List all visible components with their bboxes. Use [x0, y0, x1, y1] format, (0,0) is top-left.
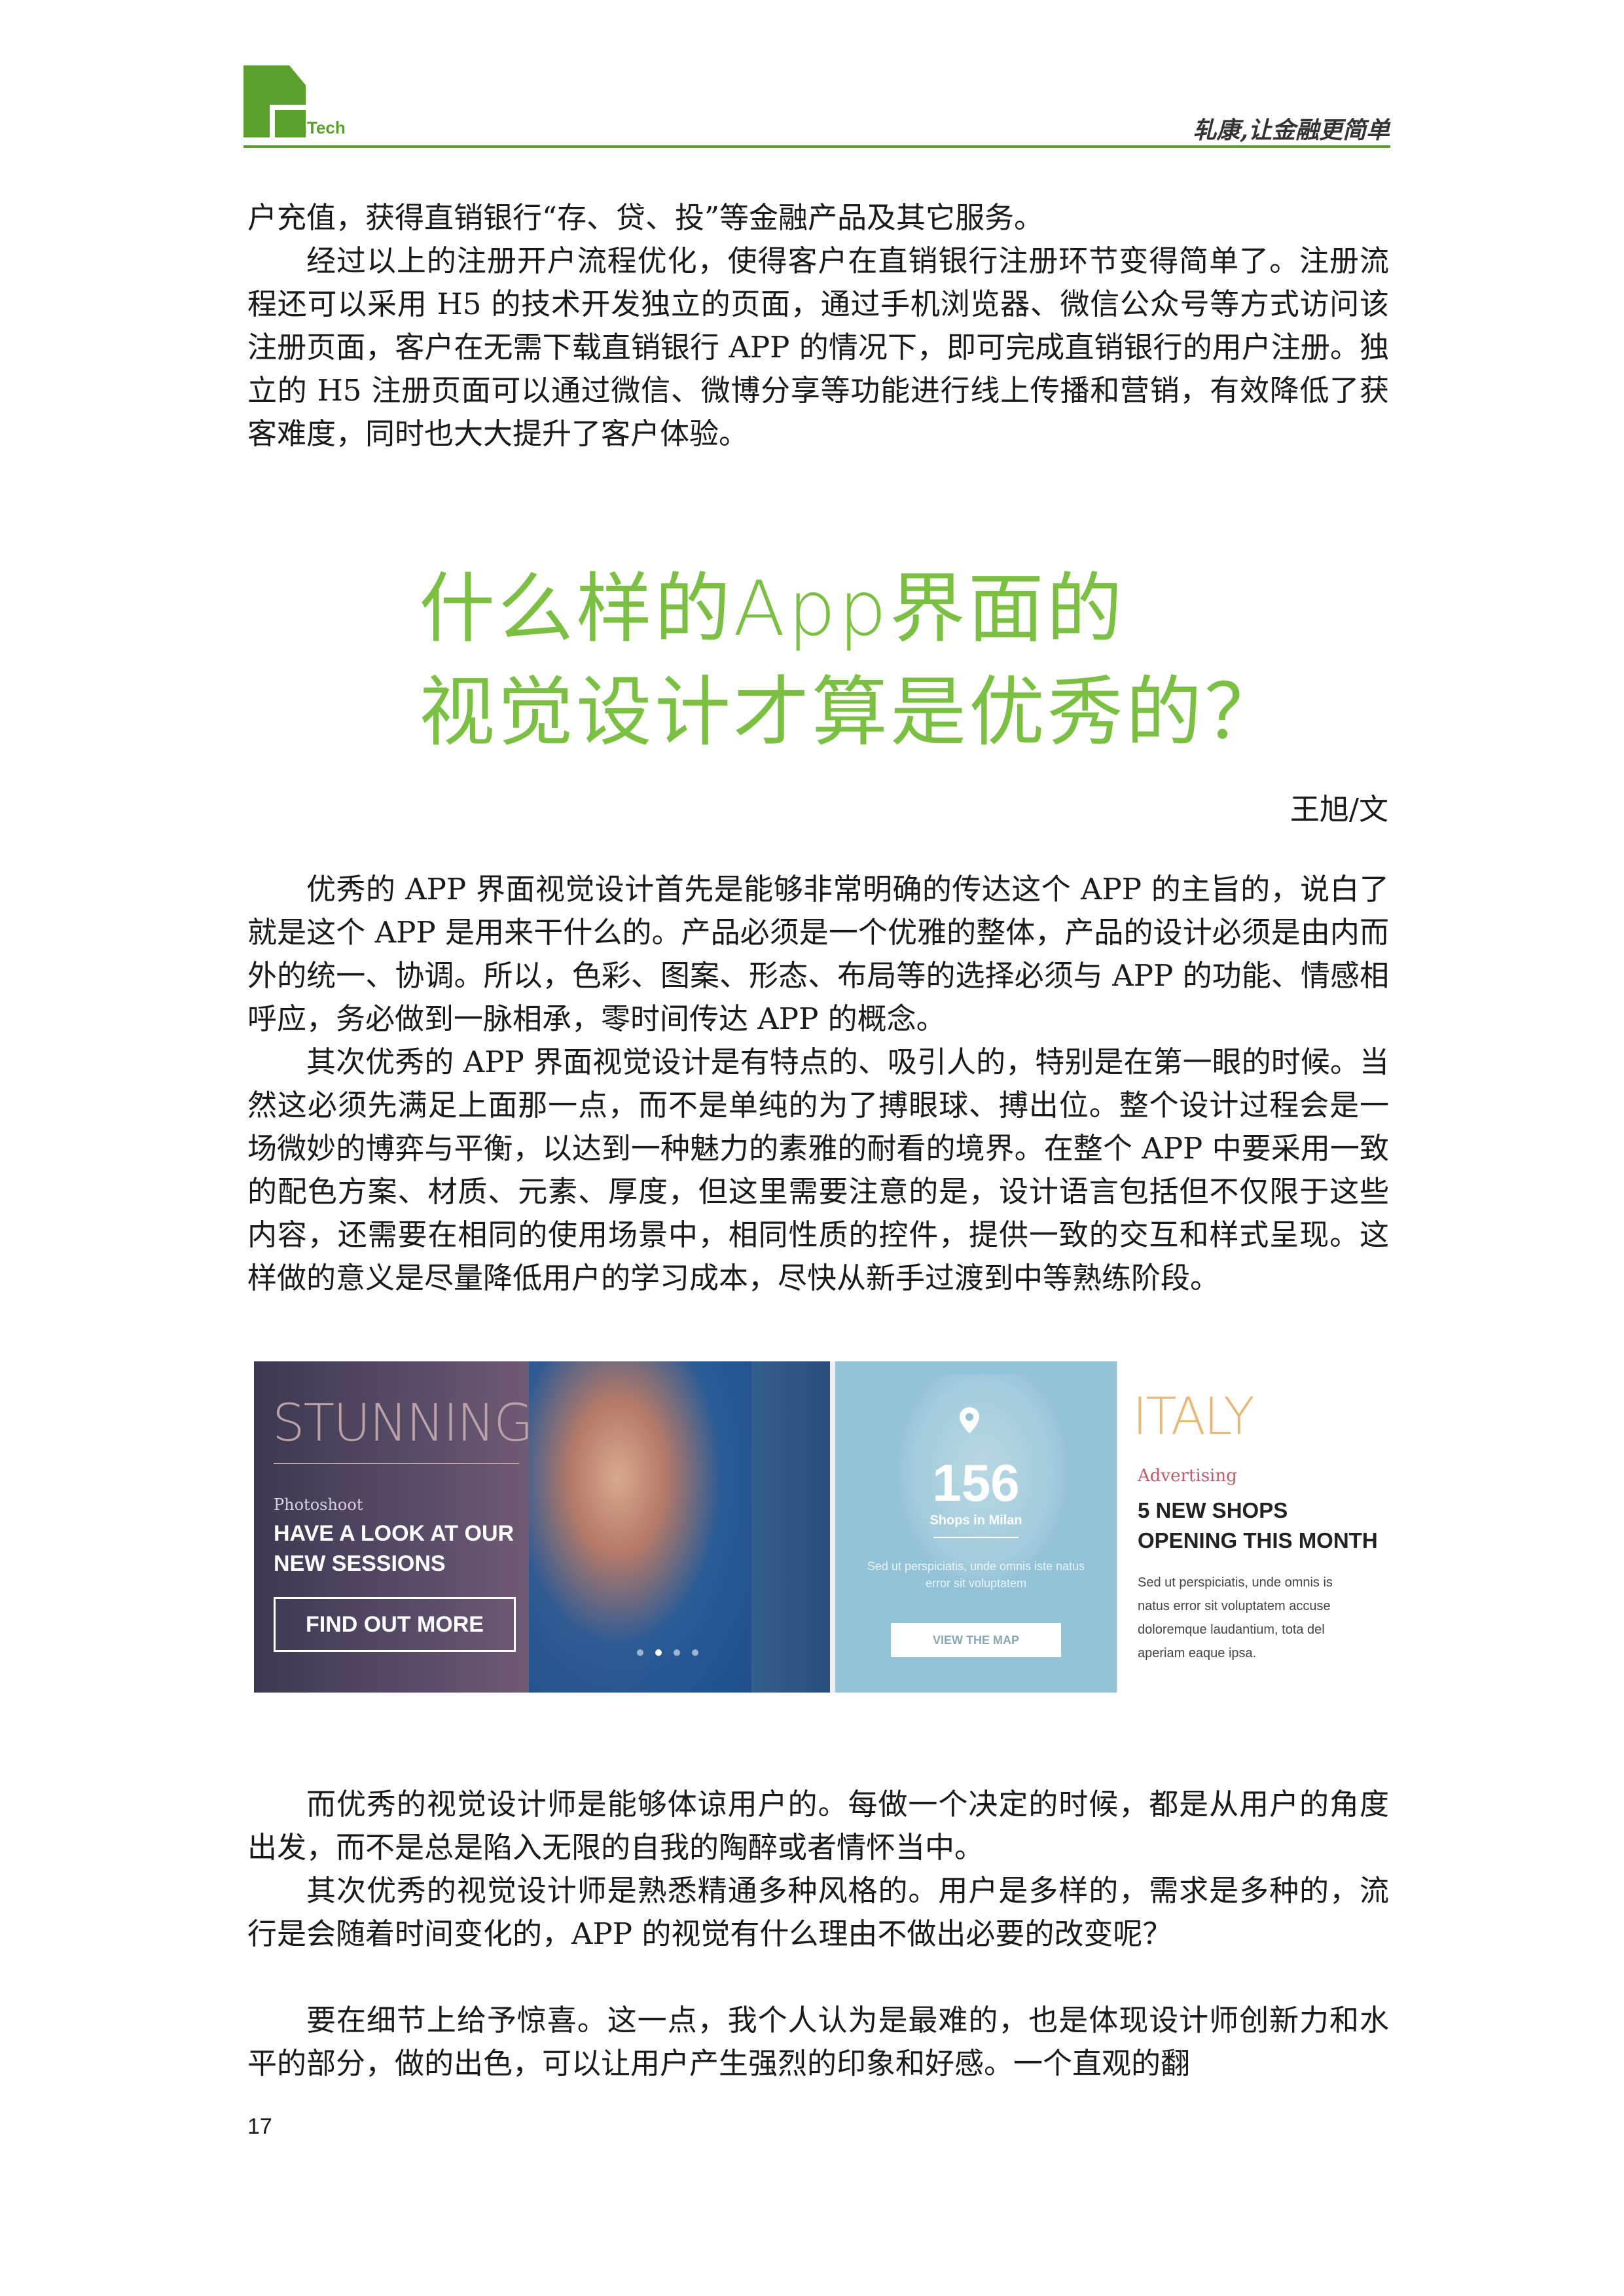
- page-number: 17: [247, 2114, 272, 2139]
- italy-description: Sed ut perspiciatis, unde omnis is natus…: [1138, 1575, 1333, 1660]
- closing-text: 而优秀的视觉设计师是能够体谅用户的。每做一个决定的时候，都是从用户的角度出发，而…: [247, 1783, 1389, 2085]
- divider: [933, 1537, 1019, 1538]
- look-heading: HAVE A LOOK AT OUR NEW SESSIONS: [274, 1521, 514, 1576]
- article-title: 什么样的App界面的 视觉设计才算是优秀的？: [419, 558, 1283, 764]
- italy-heading: ITALY: [1132, 1388, 1255, 1446]
- article-title-line: 视觉设计才算是优秀的？: [419, 668, 1283, 757]
- divider: [274, 1463, 519, 1464]
- article-author: 王旭/文: [1290, 792, 1388, 827]
- italy-panel: ITALY Advertising 5 NEW SHOPS OPENING TH…: [1118, 1361, 1386, 1693]
- carousel-dot: [692, 1649, 698, 1656]
- model-photo: [529, 1361, 751, 1693]
- map-pin-icon: [960, 1407, 979, 1433]
- intro-text: 户充值，获得直销银行“存、贷、投”等金融产品及其它服务。 经过以上的注册开户流程…: [247, 196, 1389, 456]
- header-slogan: 轧康,让金融更简单: [1193, 117, 1390, 144]
- carousel-dot: [637, 1649, 643, 1656]
- new-shops-heading: 5 NEW SHOPS OPENING THIS MONTH: [1138, 1498, 1378, 1552]
- intro-paragraph: 户充值，获得直销银行“存、贷、投”等金融产品及其它服务。: [247, 200, 1044, 235]
- map-panel: 156 Shops in Milan Sed ut perspiciatis, …: [835, 1361, 1117, 1693]
- body-paragraph: 其次优秀的 APP 界面视觉设计是有特点的、吸引人的，特别是在第一眼的时候。当然…: [247, 1045, 1389, 1295]
- closing-paragraph: 而优秀的视觉设计师是能够体谅用户的。每做一个决定的时候，都是从用户的角度出发，而…: [247, 1787, 1389, 1865]
- view-map-button: VIEW THE MAP: [891, 1623, 1061, 1657]
- closing-paragraph: 其次优秀的视觉设计师是熟悉精通多种风格的。用户是多样的，需求是多种的，流行是会随…: [247, 1873, 1389, 1951]
- header-rule: [244, 145, 1390, 148]
- shops-label: Shops in Milan: [929, 1513, 1022, 1528]
- advertising-label: Advertising: [1138, 1466, 1237, 1486]
- body-text: 优秀的 APP 界面视觉设计首先是能够非常明确的传达这个 APP 的主旨的，说白…: [247, 868, 1389, 1300]
- intro-paragraph: 经过以上的注册开户流程优化，使得客户在直销银行注册环节变得简单了。注册流程还可以…: [247, 243, 1389, 451]
- article-title-line: 什么样的App界面的: [419, 565, 1125, 653]
- stunning-heading: STUNNING: [272, 1394, 533, 1453]
- fintech-logo: FinTech: [244, 65, 361, 144]
- find-out-more-button: FIND OUT MORE: [274, 1597, 516, 1652]
- map-description: Sed ut perspiciatis, unde omnis iste nat…: [867, 1560, 1085, 1590]
- stunning-panel: STUNNING Photoshoot HAVE A LOOK AT OUR N…: [254, 1361, 830, 1693]
- body-paragraph: 优秀的 APP 界面视觉设计首先是能够非常明确的传达这个 APP 的主旨的，说白…: [247, 872, 1389, 1036]
- logo-text: FinTech: [281, 118, 346, 137]
- photoshoot-label: Photoshoot: [274, 1496, 363, 1514]
- carousel-dots: [637, 1649, 698, 1656]
- shops-count: 156: [932, 1454, 1020, 1512]
- carousel-dot: [655, 1649, 662, 1656]
- carousel-dot: [674, 1649, 680, 1656]
- app-ui-banner-image: STUNNING Photoshoot HAVE A LOOK AT OUR N…: [254, 1361, 1386, 1693]
- closing-paragraph: 要在细节上给予惊喜。这一点，我个人认为是最难的，也是体现设计师创新力和水平的部分…: [247, 2003, 1389, 2081]
